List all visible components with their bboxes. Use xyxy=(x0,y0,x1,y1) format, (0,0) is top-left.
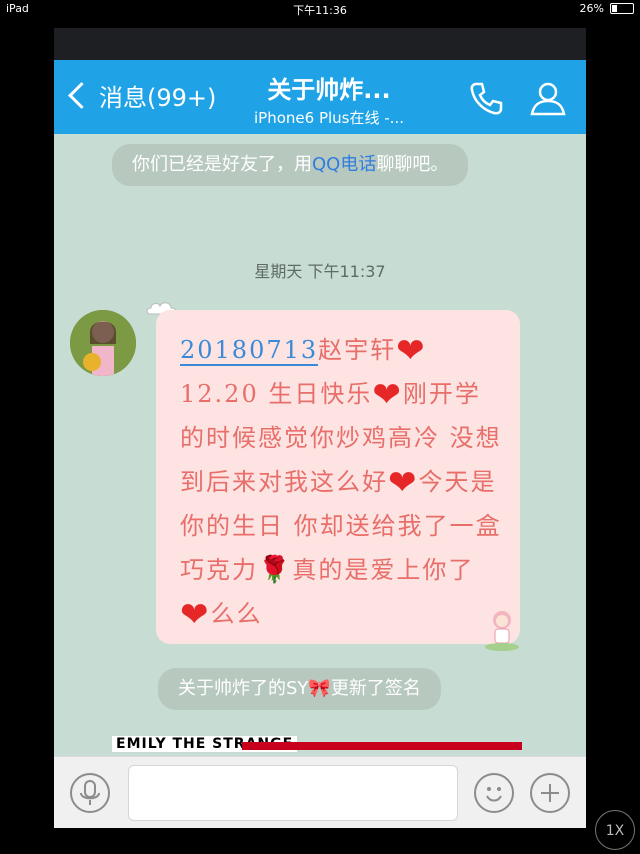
back-label: 消息(99+) xyxy=(99,84,217,112)
avatar-image xyxy=(70,310,136,376)
message-input[interactable] xyxy=(128,765,458,821)
status-right: 26% xyxy=(580,2,634,15)
banner-strip xyxy=(242,742,522,750)
message-text: 20180713赵宇轩❤12.20 生日快乐❤刚开学的时候感觉你炒鸡高冷 没想到… xyxy=(180,328,502,636)
message-text-part: 赵宇轩 xyxy=(318,336,397,364)
signature-banner: EMILY THE STRANGE xyxy=(112,736,522,756)
emoji-button[interactable] xyxy=(474,773,514,813)
chat-title: 关于帅炸... iPhone6 Plus在线 -... xyxy=(214,70,444,128)
heart-icon: ❤ xyxy=(388,463,419,503)
plus-icon xyxy=(541,784,559,802)
friend-notice-suffix: 聊聊吧。 xyxy=(376,154,449,175)
battery-icon xyxy=(610,3,634,14)
status-bar: iPad 下午11:36 26% xyxy=(0,0,640,18)
nav-bar: 消息(99+) 关于帅炸... iPhone6 Plus在线 -... xyxy=(54,60,586,134)
contact-status: iPhone6 Plus在线 -... xyxy=(254,109,404,127)
rose-icon: 🌹 xyxy=(258,555,293,585)
heart-icon: ❤ xyxy=(372,375,403,415)
friend-notice: 你们已经是好友了，用QQ电话聊聊吧。 xyxy=(112,144,469,186)
message-timestamp: 星期天 下午11:37 xyxy=(254,262,386,281)
voice-button[interactable] xyxy=(70,773,110,813)
battery-percent: 26% xyxy=(579,2,604,15)
zoom-button[interactable]: 1X xyxy=(595,810,635,850)
input-bar xyxy=(54,756,586,828)
friend-notice-text: 你们已经是好友了，用 xyxy=(132,154,312,175)
message-text-part: 么么 xyxy=(210,600,263,628)
chevron-left-icon xyxy=(68,82,95,109)
heart-icon: ❤ xyxy=(180,595,211,635)
avatar[interactable] xyxy=(70,310,136,376)
message-bubble[interactable]: 20180713赵宇轩❤12.20 生日快乐❤刚开学的时候感觉你炒鸡高冷 没想到… xyxy=(156,310,520,651)
message-list[interactable]: 你们已经是好友了，用QQ电话聊聊吧。 星期天 下午11:37 20180713赵… xyxy=(54,134,586,756)
microphone-icon xyxy=(80,780,100,805)
phone-icon[interactable] xyxy=(466,78,506,118)
message-text-part: 12.20 生日快乐 xyxy=(180,380,373,408)
back-button[interactable]: 消息(99+) xyxy=(66,78,216,113)
clock: 下午11:36 xyxy=(293,4,347,17)
message-text-part: 真的是爱上你了 xyxy=(292,556,475,584)
girl-sticker-icon xyxy=(485,611,519,651)
contact-name: 关于帅炸... xyxy=(267,76,391,104)
profile-icon[interactable] xyxy=(528,78,568,118)
smiley-icon xyxy=(486,787,502,802)
signature-notice: 关于帅炸了的SY🎀更新了签名 xyxy=(158,668,441,710)
heart-icon: ❤ xyxy=(396,331,427,371)
more-button[interactable] xyxy=(530,773,570,813)
qq-call-link[interactable]: QQ电话 xyxy=(312,154,376,175)
chat-screen: 消息(99+) 关于帅炸... iPhone6 Plus在线 -... 你们已经… xyxy=(54,28,586,828)
message-link[interactable]: 20180713 xyxy=(180,336,319,366)
